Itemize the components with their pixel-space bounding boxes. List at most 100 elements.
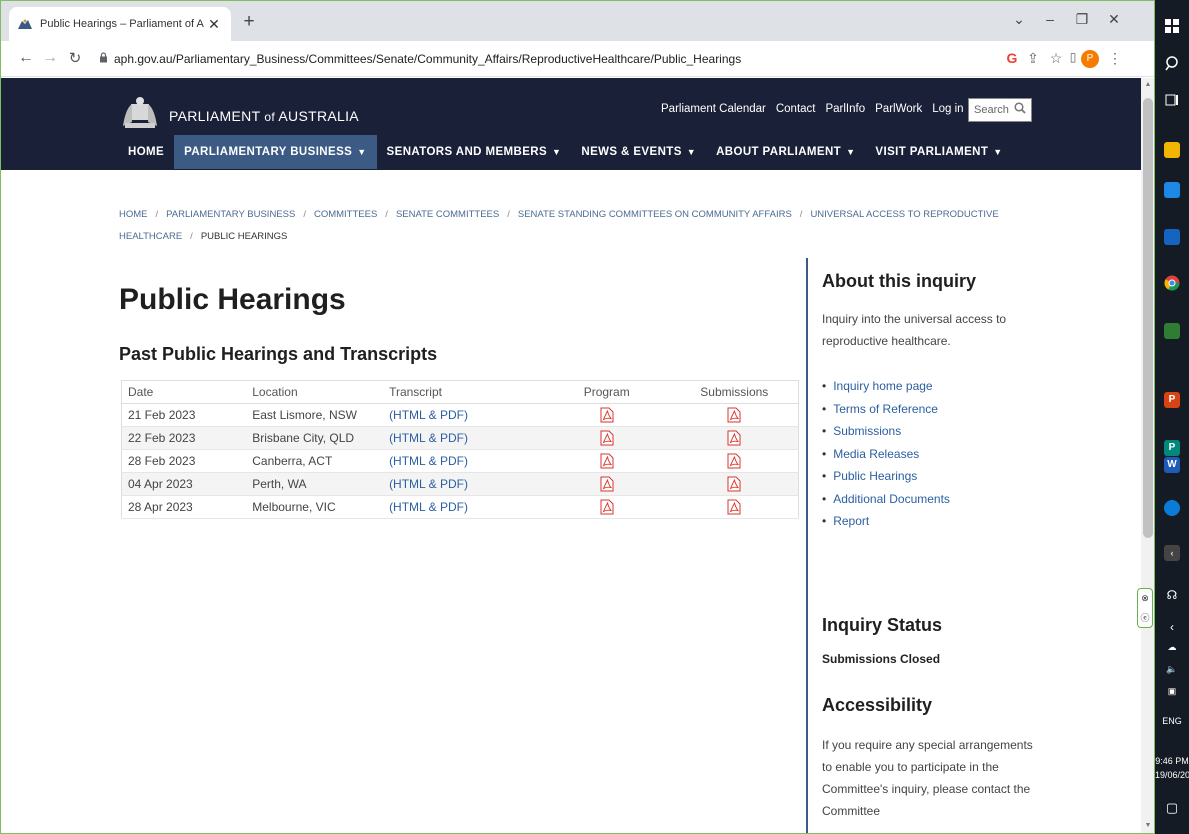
onedrive-icon[interactable]: ☁ [1155,642,1189,653]
cell-date: 22 Feb 2023 [121,426,247,450]
breadcrumb-community-affairs[interactable]: Senate Standing Committees on Community … [518,209,792,220]
breadcrumb-senate-committees[interactable]: Senate Committees [396,209,499,220]
close-circle-icon[interactable]: ⊗ [1141,593,1149,604]
side-panel-icon[interactable]: ▯ [1063,50,1083,64]
nav-item-parliamentary-business[interactable]: PARLIAMENTARY BUSINESS ▼ [174,135,377,169]
outlook-icon[interactable] [1164,182,1180,198]
chevron-down-icon: ▼ [686,147,697,157]
powerpoint-icon[interactable]: P [1164,392,1180,408]
breadcrumb-committees[interactable]: Committees [314,209,377,220]
sidebar-link-submissions[interactable]: Submissions [822,420,950,443]
nav-item-visit-parliament[interactable]: VISIT PARLIAMENT ▼ [865,135,1012,169]
nav-item-news-events[interactable]: NEWS & EVENTS ▼ [571,135,706,169]
sidebar-link-inquiry-home[interactable]: Inquiry home page [822,375,950,398]
chevron-down-icon: ▼ [846,147,856,157]
extension-e-icon[interactable]: ⓔ [1140,611,1149,624]
chrome-icon[interactable] [1164,275,1180,291]
file-explorer-icon[interactable] [1164,142,1180,158]
browser-tab-active[interactable]: Public Hearings – Parliament of A ✕ [9,7,231,41]
program-pdf-icon[interactable] [600,430,614,446]
col-header-program: Program [542,380,671,404]
submissions-pdf-icon[interactable] [727,430,741,446]
transcript-link[interactable]: (HTML & PDF) [389,454,468,468]
breadcrumb-parliamentary-business[interactable]: Parliamentary Business [166,209,295,220]
submissions-pdf-icon[interactable] [727,499,741,515]
clock-date[interactable]: 19/06/2023 [1155,770,1189,780]
submissions-pdf-icon[interactable] [727,453,741,469]
search-icon[interactable] [1164,55,1180,71]
util-link-parlwork[interactable]: ParlWork [875,103,922,115]
microsoft-store-icon[interactable] [1164,323,1180,339]
windows-taskbar: P P W ‹ ☊ ‹ ☁ 🔈 ▣ ENG 9:46 PM 19/06/2023… [1155,0,1189,834]
address-bar[interactable]: aph.gov.au/Parliamentary_Business/Commit… [93,46,973,72]
chevron-up-icon[interactable]: ‹ [1155,620,1189,634]
new-tab-button[interactable]: + [237,12,261,32]
search-icon[interactable] [1014,101,1026,119]
util-link-calendar[interactable]: Parliament Calendar [661,103,766,115]
profile-avatar[interactable]: P [1081,50,1099,68]
language-indicator[interactable]: ENG [1155,716,1189,726]
chevron-down-icon: ▼ [552,147,562,157]
tab-close-icon[interactable]: ✕ [205,16,223,33]
nav-item-label: SENATORS AND MEMBERS [386,146,548,158]
scrollbar-thumb[interactable] [1143,98,1153,538]
scroll-down-arrow-icon[interactable]: ▼ [1143,822,1153,832]
scroll-up-arrow-icon[interactable]: ▲ [1143,81,1153,91]
nav-item-senators-and-members[interactable]: SENATORS AND MEMBERS ▼ [377,135,572,169]
reload-icon[interactable]: ↻ [64,49,86,67]
tab-search-chevron-icon[interactable]: ⌄ [1004,11,1034,28]
sidebar-link-report[interactable]: Report [822,510,950,533]
url-text[interactable]: aph.gov.au/Parliamentary_Business/Commit… [114,52,741,66]
page-scrollbar[interactable]: ▲ ▼ [1141,78,1154,833]
back-arrow-icon[interactable]: ← [15,49,37,67]
taskbar-overflow-chevron-icon[interactable]: ‹ [1164,545,1180,561]
sidebar-link-public-hearings[interactable]: Public Hearings [822,465,950,488]
sidebar-link-terms-of-reference[interactable]: Terms of Reference [822,398,950,421]
google-translate-icon[interactable]: G [1002,50,1022,66]
menu-kebab-icon[interactable]: ⋮ [1105,50,1125,67]
cell-transcript: (HTML & PDF) [383,472,543,496]
util-link-login[interactable]: Log in [932,103,963,115]
word-icon[interactable]: W [1164,457,1180,473]
close-window-icon[interactable]: ✕ [1099,11,1129,28]
nav-item-about-parliament[interactable]: ABOUT PARLIAMENT ▼ [706,135,865,169]
cell-program [542,403,671,427]
share-icon[interactable]: ⇪ [1023,50,1043,67]
extension-floating-tab[interactable]: ⊗ ⓔ [1137,588,1153,628]
program-pdf-icon[interactable] [600,453,614,469]
util-link-contact[interactable]: Contact [776,103,816,115]
breadcrumb: Home / Parliamentary Business / Committees / S… [119,204,1049,248]
parliament-logo[interactable]: PARLIAMENT of AUSTRALIA [119,96,359,135]
site-search-input[interactable]: Search [968,98,1032,122]
parliament-favicon-icon [17,17,33,31]
minimize-icon[interactable]: – [1035,11,1065,27]
program-pdf-icon[interactable] [600,499,614,515]
edge-icon[interactable] [1164,500,1180,516]
hearings-table: Date Location Transcript Program Submiss… [121,380,799,519]
submissions-pdf-icon[interactable] [727,407,741,423]
people-icon[interactable]: ☊ [1155,588,1189,602]
lock-icon[interactable] [99,50,108,68]
transcript-link[interactable]: (HTML & PDF) [389,500,468,514]
submissions-pdf-icon[interactable] [727,476,741,492]
speaker-icon[interactable]: 🔈 [1155,664,1189,675]
notification-badge-icon[interactable]: ▣ [1155,686,1189,697]
transcript-link[interactable]: (HTML & PDF) [389,408,468,422]
sidebar-link-media-releases[interactable]: Media Releases [822,443,950,466]
sidebar-link-additional-documents[interactable]: Additional Documents [822,488,950,511]
breadcrumb-home[interactable]: Home [119,209,148,220]
task-view-icon[interactable] [1164,92,1180,108]
program-pdf-icon[interactable] [600,407,614,423]
program-pdf-icon[interactable] [600,476,614,492]
restore-icon[interactable]: ❐ [1067,11,1097,28]
nav-item-home[interactable]: HOME [118,135,174,169]
util-link-parlinfo[interactable]: ParlInfo [825,103,865,115]
windows-start-icon[interactable] [1164,18,1180,34]
action-center-icon[interactable]: ▢ [1155,800,1189,816]
clock-time[interactable]: 9:46 PM [1155,756,1189,766]
forward-arrow-icon[interactable]: → [39,49,61,67]
transcript-link[interactable]: (HTML & PDF) [389,477,468,491]
publisher-icon[interactable]: P [1164,440,1180,456]
mail-icon[interactable] [1164,229,1180,245]
transcript-link[interactable]: (HTML & PDF) [389,431,468,445]
